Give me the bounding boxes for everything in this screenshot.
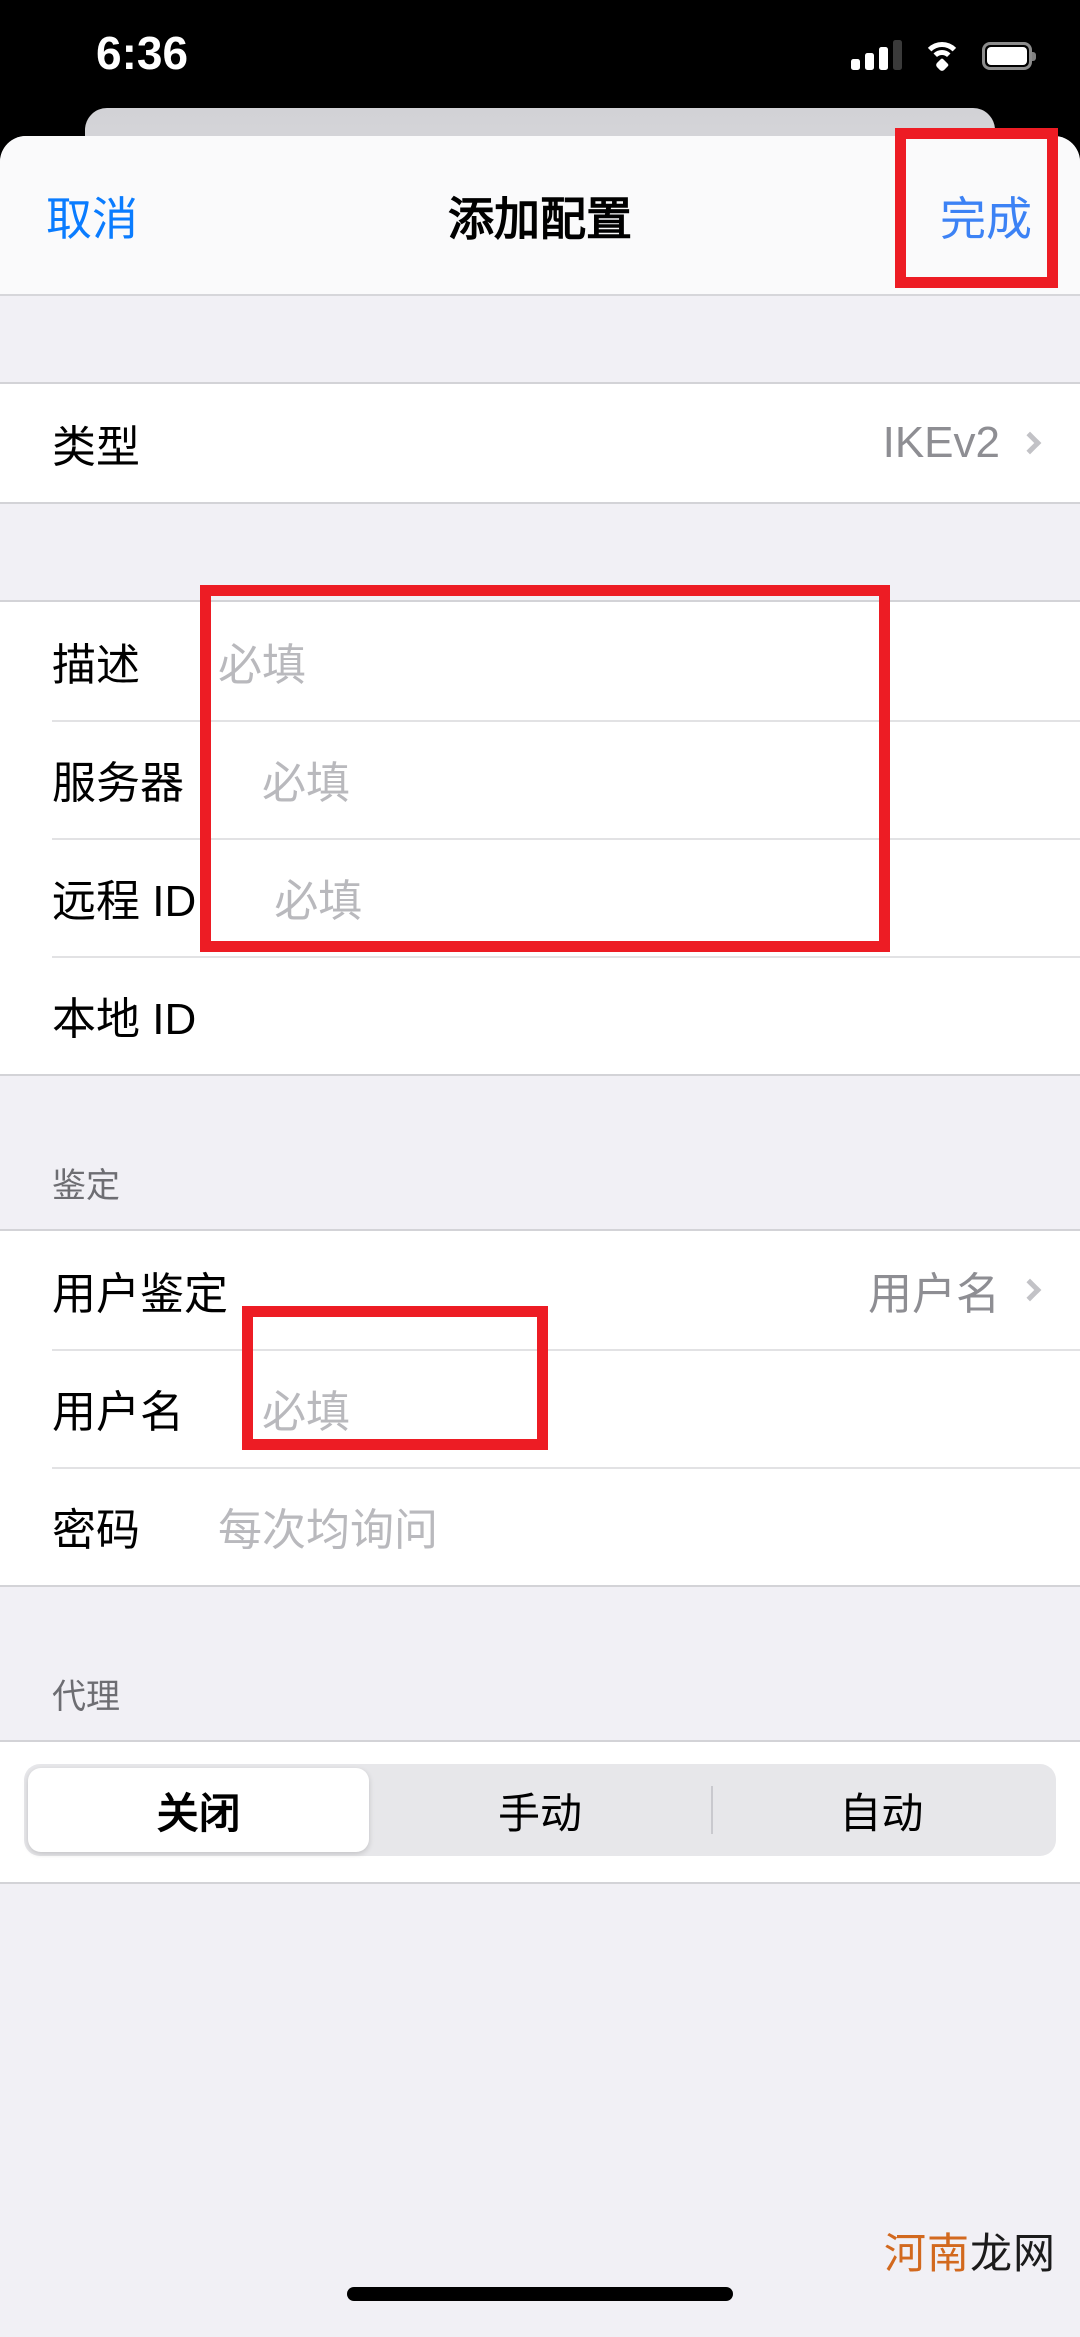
watermark-orange: 河南 xyxy=(883,2230,970,2277)
done-button[interactable]: 完成 xyxy=(940,136,1032,296)
row-password[interactable]: 密码 每次均询问 xyxy=(0,1467,1080,1585)
home-indicator[interactable] xyxy=(347,2287,733,2301)
server-details-group: 描述 必填 服务器 必填 远程 ID 必填 本地 ID xyxy=(0,600,1080,1076)
row-username[interactable]: 用户名 必填 xyxy=(0,1349,1080,1467)
row-password-label: 密码 xyxy=(52,1506,140,1555)
wifi-icon xyxy=(922,40,962,73)
status-bar-icons xyxy=(851,40,1036,73)
add-configuration-sheet: 取消 添加配置 完成 类型 IKEv2 描述 必填 服务器 必填 远程 ID 必… xyxy=(0,136,1080,2337)
page-title: 添加配置 xyxy=(448,193,632,245)
username-input[interactable]: 必填 xyxy=(184,1376,350,1440)
status-bar: 6:36 xyxy=(0,0,1080,110)
phone-screen: 6:36 取消 添加配置 完成 类型 IKEv2 描述 必填 服务器 必填 远程… xyxy=(0,0,1080,2337)
proxy-section-header: 代理 xyxy=(0,1587,1080,1740)
row-type-value: IKEv2 xyxy=(882,418,1000,467)
password-input[interactable]: 每次均询问 xyxy=(140,1494,438,1558)
row-local-id[interactable]: 本地 ID xyxy=(0,956,1080,1074)
row-type[interactable]: 类型 IKEv2 xyxy=(0,384,1080,502)
status-bar-clock: 6:36 xyxy=(96,27,189,79)
row-remote-id[interactable]: 远程 ID 必填 xyxy=(0,838,1080,956)
chevron-right-icon xyxy=(1018,1278,1042,1302)
row-user-authentication-value: 用户名 xyxy=(868,1270,1000,1319)
row-type-label: 类型 xyxy=(52,423,140,472)
type-group: 类型 IKEv2 xyxy=(0,382,1080,504)
proxy-segmented-control[interactable]: 关闭 手动 自动 xyxy=(24,1764,1056,1856)
segment-divider xyxy=(711,1786,714,1834)
section-gap xyxy=(0,504,1080,600)
row-remote-id-label: 远程 ID xyxy=(52,877,197,926)
row-description[interactable]: 描述 必填 xyxy=(0,602,1080,720)
section-gap xyxy=(0,296,1080,382)
cellular-signal-icon xyxy=(851,40,902,70)
auth-section-header: 鉴定 xyxy=(0,1076,1080,1229)
description-input[interactable]: 必填 xyxy=(140,629,306,693)
battery-full-icon xyxy=(982,42,1036,70)
proxy-option-manual[interactable]: 手动 xyxy=(369,1768,710,1852)
row-server[interactable]: 服务器 必填 xyxy=(0,720,1080,838)
row-username-label: 用户名 xyxy=(52,1388,184,1437)
proxy-option-off[interactable]: 关闭 xyxy=(28,1768,370,1852)
server-input[interactable]: 必填 xyxy=(184,747,350,811)
row-user-authentication[interactable]: 用户鉴定 用户名 xyxy=(0,1231,1080,1349)
watermark: 河南龙网 xyxy=(884,2220,1056,2281)
chevron-right-icon xyxy=(1018,431,1042,455)
proxy-group: 关闭 手动 自动 xyxy=(0,1740,1080,1884)
proxy-option-auto[interactable]: 自动 xyxy=(711,1768,1052,1852)
watermark-black: 龙网 xyxy=(969,2230,1056,2277)
row-description-label: 描述 xyxy=(52,641,140,690)
row-user-authentication-label: 用户鉴定 xyxy=(52,1270,228,1319)
remote-id-input[interactable]: 必填 xyxy=(196,865,362,929)
row-server-label: 服务器 xyxy=(52,759,184,808)
row-local-id-label: 本地 ID xyxy=(52,995,197,1044)
auth-group: 用户鉴定 用户名 用户名 必填 密码 每次均询问 xyxy=(0,1229,1080,1587)
navigation-bar: 取消 添加配置 完成 xyxy=(0,136,1080,296)
